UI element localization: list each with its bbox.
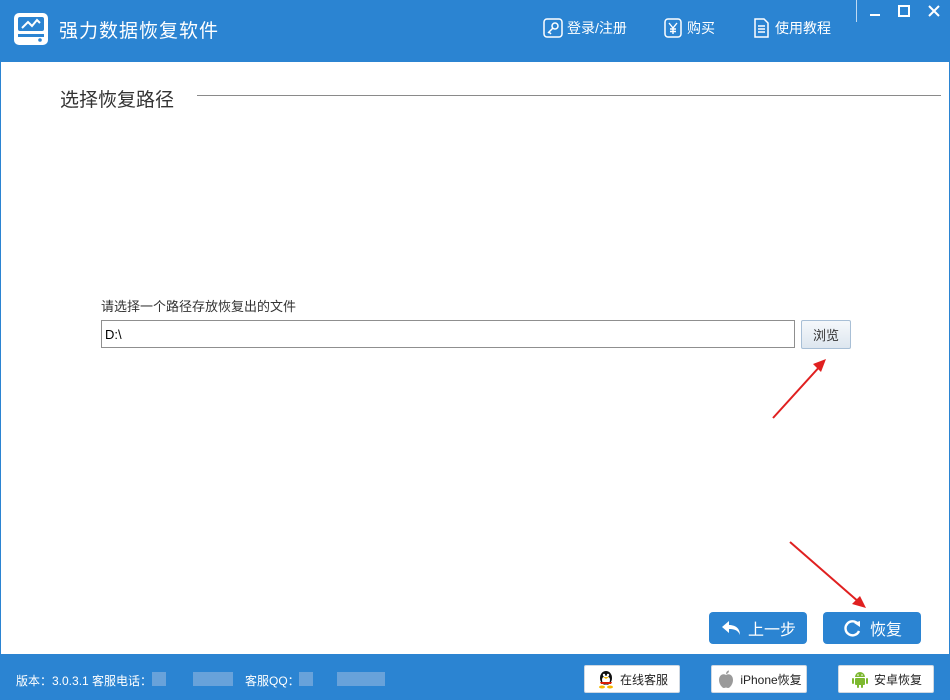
recover-button[interactable]: 恢复 bbox=[823, 612, 921, 644]
path-prompt-label: 请选择一个路径存放恢复出的文件 bbox=[101, 299, 297, 314]
previous-step-button[interactable]: 上一步 bbox=[709, 612, 807, 644]
redacted-qq-part bbox=[337, 672, 385, 686]
app-logo-icon bbox=[14, 13, 48, 45]
login-register-button[interactable]: 登录/注册 bbox=[543, 17, 627, 39]
close-icon bbox=[928, 5, 940, 17]
browse-button[interactable]: 浏览 bbox=[801, 320, 851, 349]
window-controls-divider bbox=[856, 0, 857, 22]
minimize-button[interactable] bbox=[862, 0, 888, 22]
qq-label: 客服QQ： bbox=[245, 674, 300, 688]
iphone-recovery-button[interactable]: iPhone恢复 bbox=[711, 665, 807, 693]
redacted-qq-part bbox=[299, 672, 313, 686]
section-divider bbox=[197, 95, 941, 96]
version-phone-text: 版本：3.0.3.1 客服电话： bbox=[16, 674, 153, 688]
tutorial-label: 使用教程 bbox=[775, 20, 831, 36]
login-register-label: 登录/注册 bbox=[567, 20, 627, 36]
minimize-icon bbox=[870, 14, 880, 16]
iphone-recovery-label: iPhone恢复 bbox=[740, 672, 802, 687]
apple-icon bbox=[719, 670, 734, 688]
maximize-icon bbox=[898, 5, 910, 17]
recover-label: 恢复 bbox=[869, 622, 902, 639]
yen-icon bbox=[664, 18, 682, 38]
redacted-phone-part bbox=[152, 672, 166, 686]
key-icon bbox=[543, 18, 563, 38]
maximize-button[interactable] bbox=[891, 0, 917, 22]
qq-penguin-icon bbox=[598, 671, 613, 689]
online-service-button[interactable]: 在线客服 bbox=[584, 665, 680, 693]
save-path-input[interactable] bbox=[101, 320, 795, 348]
close-button[interactable] bbox=[921, 0, 947, 22]
main-panel: 选择恢复路径 请选择一个路径存放恢复出的文件 浏览 上一步 恢复 bbox=[0, 62, 950, 654]
buy-label: 购买 bbox=[687, 20, 715, 36]
title-bar: 强力数据恢复软件 登录/注册 购买 使用教程 bbox=[0, 0, 950, 62]
redacted-phone-part bbox=[193, 672, 233, 686]
tutorial-button[interactable]: 使用教程 bbox=[751, 17, 831, 39]
online-service-label: 在线客服 bbox=[619, 672, 668, 687]
previous-step-label: 上一步 bbox=[747, 622, 796, 639]
refresh-icon bbox=[844, 620, 861, 637]
status-footer: 版本：3.0.3.1 客服电话： 客服QQ： 在线客服 iPhone恢复 安卓恢… bbox=[0, 654, 950, 700]
android-recovery-label: 安卓恢复 bbox=[873, 672, 922, 687]
section-title: 选择恢复路径 bbox=[60, 90, 175, 111]
back-arrow-icon bbox=[721, 621, 740, 635]
android-icon bbox=[851, 672, 868, 688]
android-recovery-button[interactable]: 安卓恢复 bbox=[838, 665, 934, 693]
document-icon bbox=[754, 18, 769, 38]
app-title: 强力数据恢复软件 bbox=[59, 21, 220, 42]
buy-button[interactable]: 购买 bbox=[663, 17, 715, 39]
